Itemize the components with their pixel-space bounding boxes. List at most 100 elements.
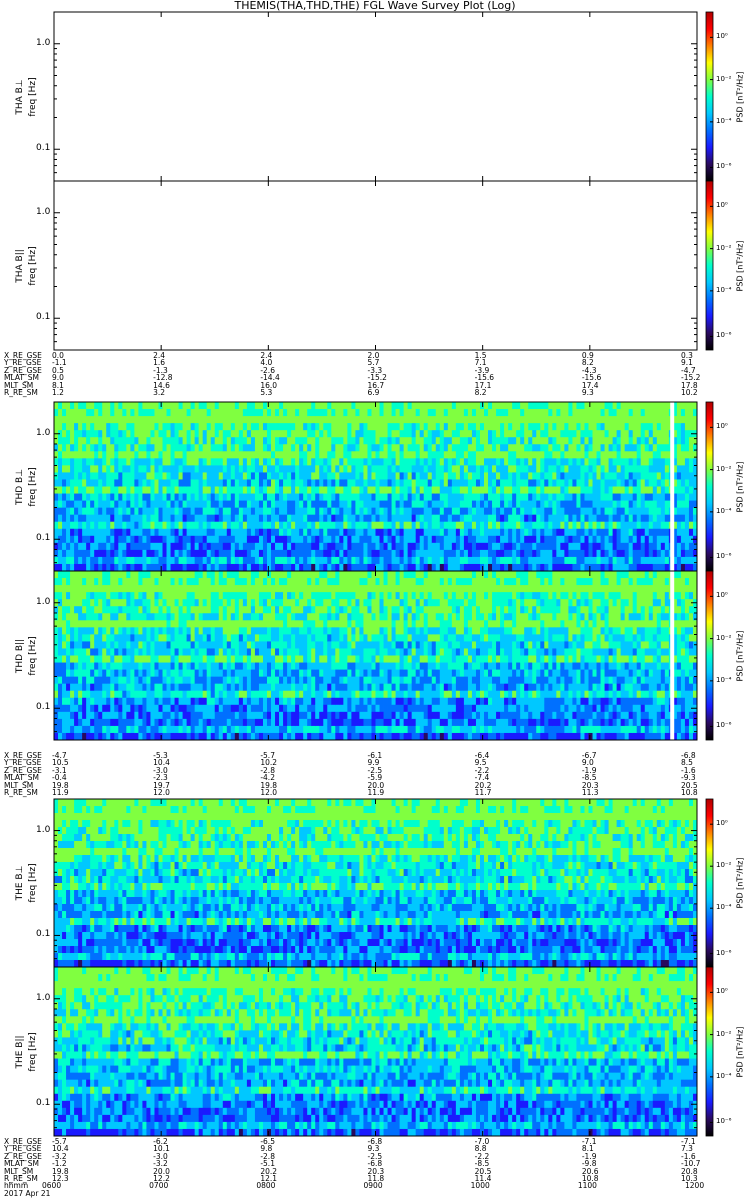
- panel-3-cell: [303, 563, 308, 572]
- panel-3-cell: [443, 437, 449, 445]
- panel-3-cell: [568, 486, 573, 494]
- panel-3-cell: [435, 556, 441, 565]
- panel-3-cell: [407, 535, 413, 544]
- panel-3-cell: [90, 458, 95, 466]
- panel-3-cell: [142, 549, 147, 558]
- panel-3-cell: [254, 507, 260, 516]
- panel-3-cell: [226, 507, 232, 516]
- panel-3-cell: [592, 465, 597, 473]
- panel-4-cell: [130, 704, 135, 713]
- panel-3-cell: [102, 465, 107, 473]
- panel-3-cell: [202, 451, 208, 459]
- panel-3-cell: [323, 458, 328, 466]
- panel-3-cell: [74, 549, 79, 558]
- panel-3-cell: [230, 479, 236, 487]
- panel-3-cell: [435, 430, 441, 438]
- panel-4-cell: [98, 571, 103, 579]
- panel-3-cell: [146, 528, 151, 537]
- panel-3-cell: [616, 458, 622, 466]
- panel-3-cell: [652, 549, 658, 558]
- panel-3-cell: [620, 472, 626, 480]
- panel-3-cell: [632, 535, 638, 544]
- panel-4-cell: [102, 662, 107, 670]
- panel-3-cell: [134, 514, 139, 523]
- panel-3-cell: [664, 556, 670, 565]
- panel-4-cell: [170, 683, 175, 692]
- panel-4-cell: [178, 718, 183, 727]
- panel-3-cell: [262, 437, 268, 445]
- panel-3-cell: [154, 556, 159, 565]
- panel-3-cell: [355, 437, 360, 445]
- panel-3-cell: [266, 528, 272, 537]
- panel-4-cell: [214, 683, 220, 692]
- panel-3-cell: [536, 416, 541, 424]
- panel-3-cell: [114, 472, 119, 480]
- panel-3-cell: [258, 409, 264, 417]
- panel-3-cell: [174, 486, 179, 494]
- panel-3-cell: [230, 535, 236, 544]
- panel-4-cell: [58, 725, 63, 734]
- panel-4-cell: [134, 571, 139, 579]
- panel-3-cell: [98, 402, 103, 410]
- panel-3-cell: [684, 402, 690, 410]
- panel-3-cell: [351, 465, 356, 473]
- panel-4-cell: [126, 634, 131, 642]
- panel-3-cell: [154, 507, 159, 516]
- panel-3-cell: [254, 416, 260, 424]
- panel-4-cell: [162, 613, 167, 621]
- panel-3-cell: [130, 472, 135, 480]
- panel-3-cell: [106, 563, 111, 572]
- panel-3-cell: [592, 563, 597, 572]
- panel-3-cell: [656, 549, 662, 558]
- panel-3-cell: [536, 493, 541, 501]
- panel-4-cell: [206, 620, 212, 628]
- panel-3-cell: [214, 409, 220, 417]
- panel-3-cell: [492, 542, 497, 551]
- panel-4-cell: [94, 592, 99, 600]
- panel-3-cell: [66, 465, 71, 473]
- panel-4-cell: [162, 669, 167, 678]
- panel-3-cell: [254, 479, 260, 487]
- panel-4-cell: [106, 704, 111, 713]
- panel-4-cell: [74, 662, 79, 670]
- panel-3-cell: [363, 500, 368, 509]
- panel-3-cell: [644, 465, 650, 473]
- panel-3-cell: [632, 563, 638, 572]
- panel-3-cell: [222, 402, 228, 410]
- panel-4-cell: [70, 571, 75, 579]
- panel-3-cell: [86, 430, 91, 438]
- panel-3-cell: [287, 458, 292, 466]
- panel-3-cell: [230, 465, 236, 473]
- panel-3-cell: [295, 507, 300, 516]
- panel-3-cell: [407, 549, 413, 558]
- panel-3-cell: [391, 402, 396, 410]
- panel-3-cell: [512, 563, 517, 572]
- panel-4-cell: [186, 718, 192, 727]
- panel-3-cell: [479, 472, 485, 480]
- panel-3-cell: [351, 500, 356, 509]
- panel-3-cell: [528, 535, 533, 544]
- panel-3-cell: [134, 556, 139, 565]
- panel-3-cell: [427, 430, 433, 438]
- panel-4-cell: [98, 683, 103, 692]
- panel-3-cell: [552, 423, 557, 431]
- panel-3-cell: [403, 507, 409, 516]
- panel-3-cell: [311, 437, 316, 445]
- panel-3-cell: [439, 500, 445, 509]
- panel-3-cell: [242, 514, 248, 523]
- panel-3-cell: [150, 402, 155, 410]
- panel-3-cell: [528, 430, 533, 438]
- panel-3-cell: [307, 465, 312, 473]
- panel-3-cell: [644, 486, 650, 494]
- panel-3-cell: [78, 465, 83, 473]
- panel-3-cell: [688, 514, 694, 523]
- panel-3-cell: [504, 479, 509, 487]
- panel-3-cell: [580, 528, 585, 537]
- panel-3-cell: [126, 535, 131, 544]
- panel-3-cell: [463, 521, 469, 530]
- panel-3-cell: [479, 423, 485, 431]
- panel-3-cell: [488, 528, 493, 537]
- panel-3-cell: [110, 549, 115, 558]
- panel-3-cell: [423, 430, 429, 438]
- panel-4-cell: [146, 690, 151, 699]
